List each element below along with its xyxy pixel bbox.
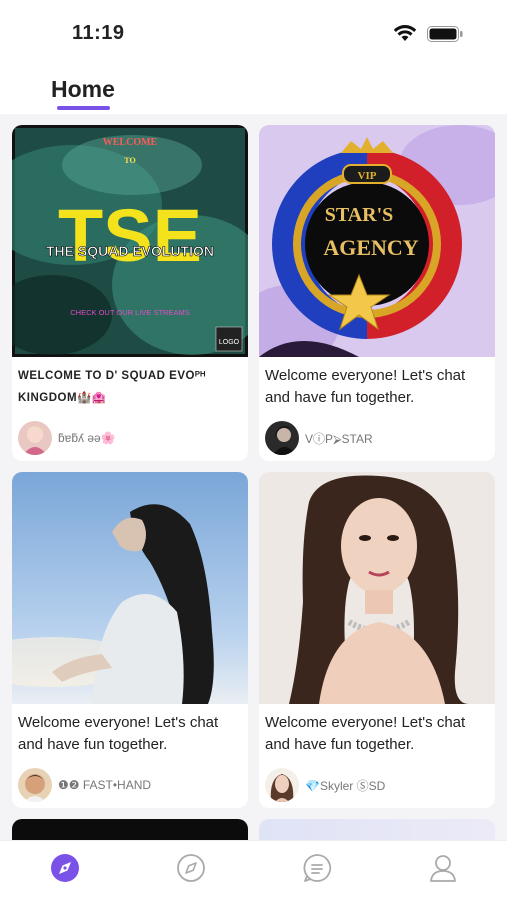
- cover-title-line1: STAR'S: [325, 204, 394, 226]
- room-title: Welcome everyone! Let's chat and have fu…: [265, 367, 466, 406]
- room-card[interactable]: VIP STAR'S AGENCY Welcome everyone! Let'…: [259, 125, 495, 461]
- room-cover-image[interactable]: VIP STAR'S AGENCY: [259, 125, 495, 357]
- room-title: WELCOME TO D' SQUAD EVOᴾᴴ KINGDOM🏰🏩: [18, 370, 206, 404]
- cover-text-to: TO: [124, 156, 135, 165]
- author-avatar[interactable]: [265, 421, 299, 455]
- discover-icon[interactable]: [50, 853, 80, 883]
- room-title: Welcome everyone! Let's chat and have fu…: [18, 714, 219, 753]
- room-card[interactable]: [259, 819, 495, 840]
- room-cover-image[interactable]: [12, 472, 248, 704]
- status-time: 11:19: [72, 22, 125, 44]
- messages-icon[interactable]: [302, 853, 332, 883]
- room-author[interactable]: ƃɐƃʎ ǝǝ🌸: [18, 420, 116, 456]
- profile-icon[interactable]: [428, 853, 458, 883]
- room-card[interactable]: Welcome everyone! Let's chat and have fu…: [12, 472, 248, 808]
- compass-icon[interactable]: [176, 853, 206, 883]
- author-avatar[interactable]: [265, 768, 299, 802]
- cover-badge-text: LOGO: [219, 339, 240, 346]
- cover-sub-text: CHECK OUT OUR LIVE STREAMS: [70, 308, 189, 317]
- cover-vip-text: VIP: [358, 170, 377, 182]
- room-cover-image[interactable]: [259, 472, 495, 704]
- room-cover-image[interactable]: WELCOME TO TSE THE SQUAD EVOLUTION CHECK…: [12, 125, 248, 357]
- author-name: 💎Skyler ⓈSD: [305, 778, 386, 793]
- cover-logo-text: TSE: [58, 194, 202, 277]
- top-nav: Home: [0, 64, 507, 114]
- room-cover-image[interactable]: [12, 819, 248, 840]
- cover-title-line2: AGENCY: [323, 235, 418, 260]
- cover-banner-text: THE SQUAD EVOLUTION: [46, 243, 214, 259]
- room-author[interactable]: ❶❷ FAST•HAND: [18, 767, 151, 803]
- room-feed[interactable]: WELCOME TO TSE THE SQUAD EVOLUTION CHECK…: [0, 118, 507, 840]
- status-bar: 11:19: [0, 0, 507, 64]
- room-author[interactable]: VⓘP⮚STAR: [265, 420, 373, 456]
- room-title: Welcome everyone! Let's chat and have fu…: [265, 714, 466, 753]
- author-name: VⓘP⮚STAR: [305, 431, 373, 446]
- room-card[interactable]: Welcome everyone! Let's chat and have fu…: [259, 472, 495, 808]
- author-avatar[interactable]: [18, 421, 52, 455]
- author-avatar[interactable]: [18, 768, 52, 802]
- battery-icon: [427, 26, 463, 42]
- room-card[interactable]: WELCOME TO TSE THE SQUAD EVOLUTION CHECK…: [12, 125, 248, 461]
- bottom-tab-bar: [0, 840, 507, 900]
- room-author[interactable]: 💎Skyler ⓈSD: [265, 767, 385, 803]
- room-card[interactable]: [12, 819, 248, 840]
- author-name: ❶❷ FAST•HAND: [58, 778, 152, 792]
- cover-text-welcome: WELCOME: [103, 137, 158, 148]
- tab-indicator: [57, 106, 110, 110]
- wifi-icon: [393, 25, 417, 41]
- author-name: ƃɐƃʎ ǝǝ🌸: [58, 431, 116, 445]
- room-cover-image[interactable]: [259, 819, 495, 840]
- tab-home[interactable]: Home: [51, 76, 115, 103]
